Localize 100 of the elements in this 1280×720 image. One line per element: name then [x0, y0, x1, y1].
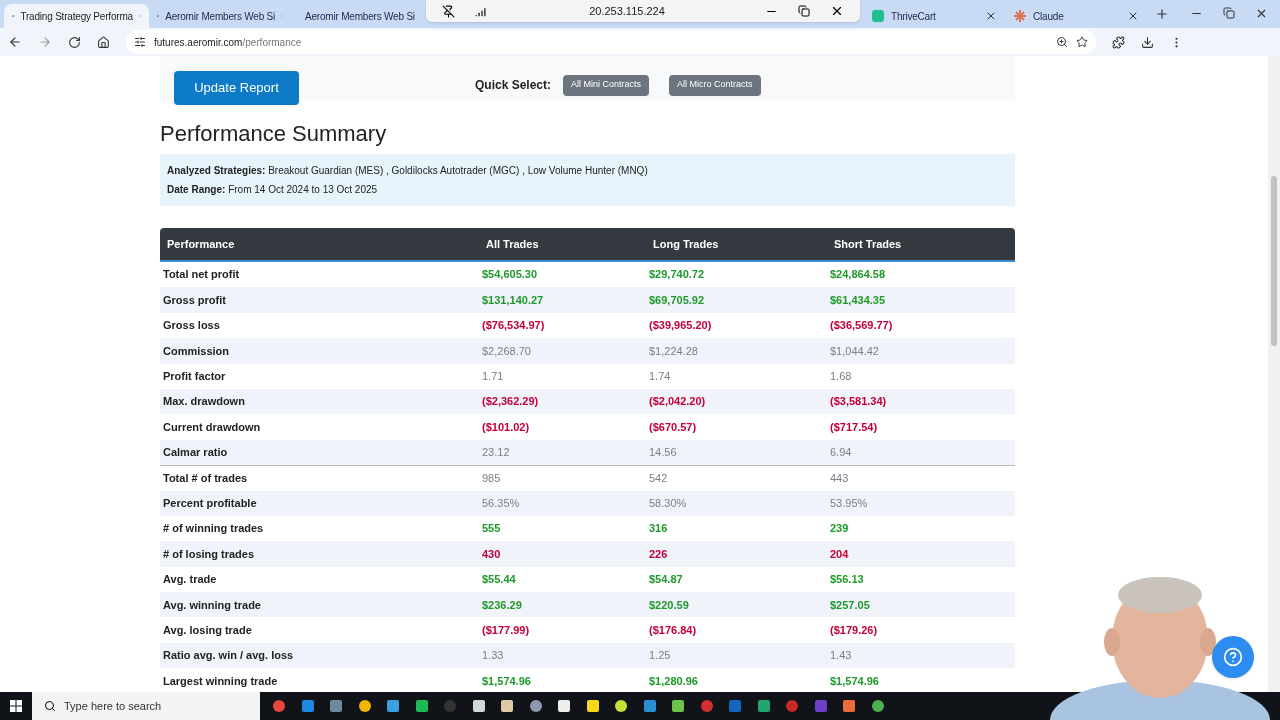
cart-logo-icon — [871, 9, 885, 23]
reload-icon[interactable] — [68, 35, 81, 49]
table-cell-text: 56.35% — [482, 495, 521, 511]
tab-title: Aeromir Members Web Si — [305, 9, 415, 24]
taskbar-app-icon[interactable] — [414, 699, 429, 713]
table-cell-text: $236.29 — [482, 597, 523, 613]
quick-select-label: Quick Select: — [475, 77, 552, 94]
download-icon[interactable] — [1141, 35, 1154, 49]
unpin-icon[interactable] — [442, 4, 455, 18]
row-label: Profit factor — [162, 369, 227, 384]
taskbar-search-field[interactable]: Type here to search — [32, 692, 260, 720]
table-cell-text: 1.71 — [482, 369, 505, 384]
table-cell-text: ($717.54) — [830, 419, 879, 435]
taskbar-app-icon[interactable] — [528, 699, 543, 713]
table-cell-text: 985 — [482, 471, 502, 487]
taskbar-app-icon[interactable] — [471, 699, 486, 713]
bookmark-star-icon[interactable] — [1076, 36, 1088, 48]
info-line: Analyzed Strategies: Breakout Guardian (MES) , Goldilocks Autotrader (MGC) , Low Volume Hunter (MNQ) — [167, 164, 649, 178]
row-label: Total net profit — [162, 267, 241, 283]
browser-tab[interactable]: Claude — [1005, 4, 1147, 28]
taskbar-app-icon[interactable] — [614, 699, 628, 713]
row-label: Calmar ratio — [162, 445, 229, 461]
url-host: futures.aeromir.com — [154, 35, 243, 50]
column-header: All Trades — [485, 236, 540, 252]
table-cell-text: 14.56 — [649, 445, 678, 461]
tab-title: Claude — [1033, 9, 1065, 24]
taskbar-app-icon[interactable] — [585, 699, 600, 713]
browser-tab[interactable]: Trading Strategy Performa — [4, 4, 149, 28]
table-cell-text: 542 — [649, 471, 669, 487]
table-cell-text: 58.30% — [649, 495, 688, 511]
table-cell-text: ($670.57) — [649, 419, 698, 435]
row-label: Current drawdown — [162, 419, 262, 435]
table-cell-text: 1.25 — [649, 648, 672, 664]
restore-icon[interactable] — [1223, 7, 1235, 19]
remote-address: 20.253.115.224 — [588, 3, 666, 19]
table-cell-text: $131,140.27 — [482, 292, 545, 308]
row-label: Commission — [162, 343, 230, 359]
info-line: Date Range: From 14 Oct 2024 to 13 Oct 2025 — [167, 183, 379, 197]
taskbar-app-icon[interactable] — [842, 699, 856, 713]
search-icon — [44, 700, 56, 712]
quick-select-button[interactable]: All Micro Contracts — [669, 74, 761, 96]
starburst-icon — [1013, 9, 1027, 23]
tab-title: Aeromir Members Web Si — [165, 9, 276, 24]
table-cell-text: 430 — [482, 546, 502, 562]
table-cell-text: ($3,581.34) — [830, 394, 888, 410]
url-path: /performance — [242, 35, 302, 50]
page-title: Performance Summary — [160, 120, 388, 148]
table-cell-text: $1,044.42 — [830, 343, 880, 359]
table-cell-text: $1,224.28 — [649, 343, 699, 359]
restore-icon[interactable] — [798, 5, 810, 17]
row-label: Total # of trades — [162, 471, 249, 487]
table-cell-text: $61,434.35 — [830, 292, 887, 308]
taskbar-app-icon[interactable] — [357, 699, 372, 713]
browser-tab[interactable]: Aeromir Members Web Si — [149, 4, 291, 28]
quick-select-button[interactable]: All Mini Contracts — [563, 74, 650, 96]
table-cell-text: ($39,965.20) — [649, 318, 713, 334]
table-cell-text: $54.87 — [649, 572, 684, 588]
update-report-button[interactable]: Update Report — [174, 71, 299, 105]
site-settings-icon[interactable] — [134, 36, 146, 48]
row-label: # of winning trades — [162, 521, 265, 537]
new-tab-icon[interactable] — [1155, 7, 1169, 21]
address-field[interactable]: futures.aeromir.com/performance — [126, 30, 1096, 54]
column-header: Long Trades — [652, 236, 720, 252]
taskbar-app-icon[interactable] — [671, 699, 685, 713]
table-cell-text: 1.33 — [482, 648, 505, 664]
table-cell-text: $69,705.92 — [649, 292, 706, 308]
row-label: Avg. winning trade — [162, 597, 262, 613]
row-label: Gross loss — [162, 318, 221, 334]
back-icon[interactable] — [8, 35, 22, 49]
table-cell-text: 239 — [830, 521, 850, 537]
browser-tab[interactable]: ThriveCart — [863, 4, 1005, 28]
table-cell-text: ($2,042.20) — [649, 394, 707, 410]
taskbar-app-icon[interactable] — [756, 699, 771, 713]
zoom-icon[interactable] — [1056, 36, 1068, 48]
help-button[interactable] — [1212, 636, 1254, 678]
row-label: Gross profit — [162, 292, 227, 308]
start-icon[interactable] — [10, 700, 22, 712]
table-cell-text: 1.74 — [649, 369, 672, 384]
row-label: Percent profitable — [162, 495, 258, 511]
tab-title: ThriveCart — [891, 9, 937, 24]
table-cell-text: $54,605.30 — [482, 267, 539, 283]
table-cell-text: 1.68 — [830, 369, 853, 384]
taskbar-app-icon[interactable] — [386, 699, 400, 713]
row-label: Avg. losing trade — [162, 622, 253, 638]
table-cell-text: ($2,362.29) — [482, 394, 540, 410]
table-cell-text: ($179.26) — [830, 622, 879, 638]
row-label: Largest winning trade — [162, 673, 279, 689]
browser-tab[interactable]: Aeromir Members Web Si — [291, 4, 423, 28]
home-icon[interactable] — [97, 35, 110, 49]
tab-title: Trading Strategy Performa — [20, 9, 133, 24]
extensions-icon[interactable] — [1112, 35, 1125, 49]
help-icon — [1223, 647, 1243, 667]
taskbar-app-icon[interactable] — [557, 699, 571, 713]
table-cell-text: $55.44 — [482, 572, 517, 588]
table-cell-text: ($177.99) — [482, 622, 531, 638]
taskbar-app-icon[interactable] — [500, 699, 514, 713]
row-label: Ratio avg. win / avg. loss — [162, 648, 295, 664]
taskbar-app-icon[interactable] — [870, 699, 885, 713]
search-placeholder: Type here to search — [64, 698, 162, 714]
table-cell-text: $220.59 — [649, 597, 690, 613]
